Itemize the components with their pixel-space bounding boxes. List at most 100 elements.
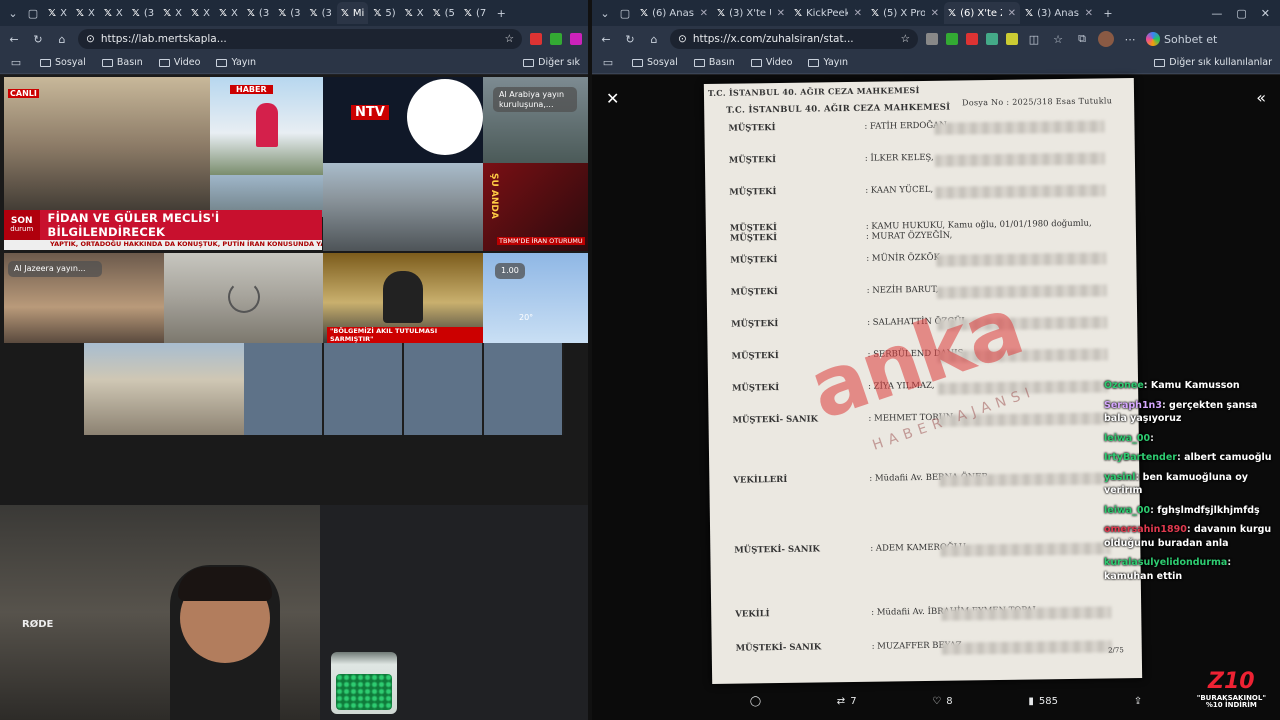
chat-username[interactable]: Seraph1n3 (1104, 400, 1162, 411)
workspaces-icon[interactable]: ▢ (616, 4, 634, 22)
browser-tab[interactable]: 𝕏(3) Anasayfa ✕ (1021, 2, 1097, 24)
views-button[interactable]: ▮ 585 (1028, 696, 1058, 707)
address-bar[interactable]: ⊙ https://lab.mertskapla... ☆ (78, 29, 522, 49)
browser-tab[interactable]: 𝕏 5) (369, 2, 399, 24)
maximize-icon[interactable]: ▢ (1236, 7, 1246, 20)
browser-tab[interactable]: 𝕏X (215, 2, 242, 24)
split-screen-icon[interactable]: ◫ (1026, 33, 1042, 46)
tab-menu-chevron-icon[interactable]: ⌄ (596, 4, 614, 22)
bookmark-folder-sosyal[interactable]: Sosyal (632, 57, 678, 68)
stream-tile-city-skyline[interactable] (323, 163, 483, 251)
chat-username[interactable]: leiwa_00 (1104, 433, 1150, 444)
bookmark-folder-basin[interactable]: Basın (693, 57, 735, 68)
reply-button[interactable]: ◯ (750, 696, 761, 707)
collections-icon[interactable]: ⧉ (1074, 32, 1090, 46)
bookmark-folder-yayin[interactable]: Yayın (808, 57, 848, 68)
bookmark-folder-video[interactable]: Video (158, 57, 200, 68)
browser-tab[interactable]: 𝕏X (159, 2, 186, 24)
tab-menu-chevron-icon[interactable]: ⌄ (4, 4, 22, 22)
browser-tab[interactable]: 𝕏 (3 (128, 2, 158, 24)
stream-tile-flag[interactable]: 1.00 20° (483, 253, 588, 343)
minimize-icon[interactable]: — (1211, 7, 1222, 20)
like-button[interactable]: ♡ 8 (932, 696, 952, 707)
home-icon[interactable]: ⌂ (54, 33, 70, 46)
site-info-icon[interactable]: ⊙ (86, 33, 95, 45)
stream-tile-jerusalem[interactable] (84, 343, 244, 435)
extension-icon[interactable] (1006, 33, 1018, 45)
refresh-icon[interactable]: ↻ (30, 33, 46, 46)
chat-username[interactable]: omersahin1890 (1104, 524, 1187, 535)
extension-icon[interactable] (946, 33, 958, 45)
aljazeera-popup[interactable]: Al Jazeera yayın... (8, 261, 102, 277)
tab-close-icon[interactable]: ✕ (777, 8, 785, 19)
chat-username[interactable]: kuralasulyelidondurma (1104, 557, 1227, 568)
extension-icon[interactable] (926, 33, 938, 45)
tab-close-icon[interactable]: ✕ (854, 8, 862, 19)
new-tab-icon[interactable]: + (1099, 4, 1117, 22)
copilot-chat-button[interactable]: Sohbet et (1146, 32, 1217, 46)
browser-tab[interactable]: 𝕏(3) X'te UK R ✕ (713, 2, 789, 24)
browser-tab[interactable]: 𝕏(6) X'te Zuha ✕ (944, 2, 1020, 24)
extension-icon[interactable] (570, 33, 582, 45)
collapse-panel-icon[interactable]: « (1256, 88, 1266, 107)
stream-tile-su-anda[interactable]: ŞU ANDA TBMM'DE İRAN OTURUMU (483, 163, 588, 251)
profile-avatar[interactable] (1098, 31, 1114, 47)
bookmark-folder-basin[interactable]: Basın (101, 57, 143, 68)
browser-tab[interactable]: 𝕏X (187, 2, 214, 24)
browser-tab[interactable]: 𝕏KickPeek - R ✕ (790, 2, 866, 24)
browser-tab[interactable]: 𝕏 (5 (429, 2, 459, 24)
repost-button[interactable]: ⇄ 7 (837, 696, 857, 707)
collections-icon[interactable]: ▭ (600, 56, 616, 69)
address-bar[interactable]: ⊙ https://x.com/zuhalsiran/stat... ☆ (670, 29, 918, 49)
bookmark-folder-video[interactable]: Video (750, 57, 792, 68)
tab-close-icon[interactable]: ✕ (1085, 8, 1093, 19)
stream-tile-city-aerial[interactable] (164, 253, 323, 343)
extension-icon[interactable] (550, 33, 562, 45)
tab-close-icon[interactable]: ✕ (931, 8, 939, 19)
favorite-icon[interactable]: ☆ (505, 33, 514, 45)
back-icon[interactable]: ← (598, 33, 614, 46)
stream-tile-aljazeera[interactable]: Al Jazeera yayın... (4, 253, 164, 343)
browser-tab[interactable]: 𝕏 (5) X Pro ✕ (867, 2, 943, 24)
new-tab-icon[interactable]: + (492, 4, 510, 22)
share-button[interactable]: ⇪ (1134, 696, 1142, 707)
browser-tab[interactable]: 𝕏 (3 (274, 2, 304, 24)
browser-tab[interactable]: 𝕏 (3 (306, 2, 336, 24)
stream-tile-bahceli[interactable]: "BÖLGEMİZİ AKIL TUTULMASI SARMIŞTIR" (323, 253, 483, 343)
tab-close-icon[interactable]: ✕ (700, 8, 708, 19)
chat-username[interactable]: leiwa_00 (1104, 505, 1150, 516)
favorite-icon[interactable]: ☆ (901, 33, 910, 45)
favorites-icon[interactable]: ☆ (1050, 33, 1066, 46)
stream-tile-alarabiya[interactable]: Al Arabiya yayın kuruluşuna,... (483, 77, 588, 163)
stream-tile-ntv[interactable]: NTV (323, 77, 483, 163)
more-menu-icon[interactable]: ⋯ (1122, 33, 1138, 46)
extension-icon[interactable] (530, 33, 542, 45)
bookmark-folder-yayin[interactable]: Yayın (216, 57, 256, 68)
alarabiya-popup[interactable]: Al Arabiya yayın kuruluşuna,... (493, 87, 577, 113)
collections-icon[interactable]: ▭ (8, 56, 24, 69)
close-window-icon[interactable]: ✕ (1261, 7, 1270, 20)
extension-icon[interactable] (986, 33, 998, 45)
chat-username[interactable]: IrtyBartender (1104, 452, 1177, 463)
browser-tab[interactable]: 𝕏X (72, 2, 99, 24)
refresh-icon[interactable]: ↻ (622, 33, 638, 46)
chat-username[interactable]: Ozonee (1104, 380, 1144, 391)
browser-tab[interactable]: 𝕏X (401, 2, 428, 24)
browser-tab[interactable]: 𝕏 Mi (336, 2, 369, 24)
site-info-icon[interactable]: ⊙ (678, 33, 687, 45)
browser-tab[interactable]: 𝕏 (7 (460, 2, 490, 24)
browser-tab[interactable]: 𝕏 (3 (243, 2, 273, 24)
back-icon[interactable]: ← (6, 33, 22, 46)
stream-tile-parliament[interactable]: CANLI (4, 77, 210, 217)
extension-icon[interactable] (966, 33, 978, 45)
playback-speed[interactable]: 1.00 (495, 263, 525, 279)
home-icon[interactable]: ⌂ (646, 33, 662, 46)
bookmark-folder-sosyal[interactable]: Sosyal (40, 57, 86, 68)
other-bookmarks[interactable]: Diğer sık kullanılanlar (1154, 57, 1272, 68)
chat-username[interactable]: yasinl (1104, 472, 1136, 483)
browser-tab[interactable]: 𝕏(6) Anasayfa ✕ (636, 2, 712, 24)
browser-tab[interactable]: 𝕏X (44, 2, 71, 24)
browser-tab[interactable]: 𝕏X (100, 2, 127, 24)
stream-tile-camera-mosaic[interactable] (244, 343, 564, 435)
other-bookmarks[interactable]: Diğer sık (523, 57, 580, 68)
